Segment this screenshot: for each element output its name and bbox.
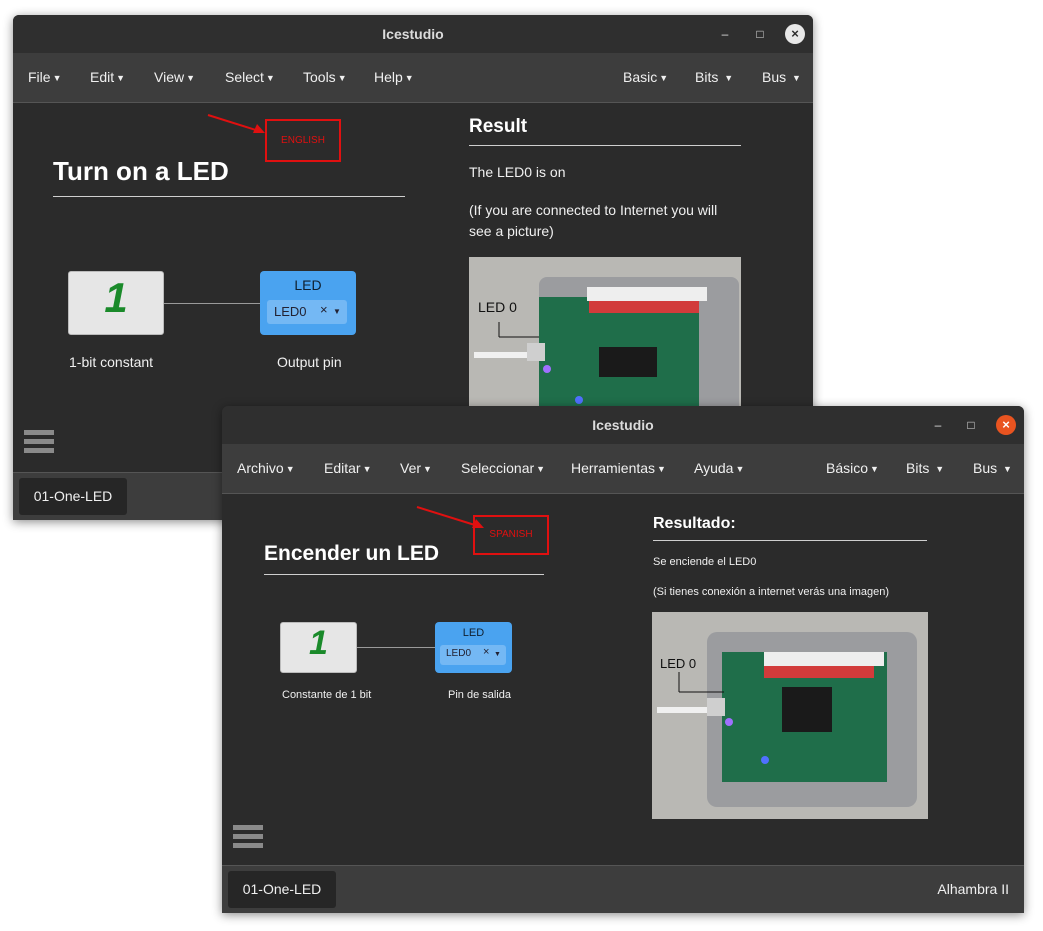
- result-note: (Si tienes conexión a internet verás una…: [653, 586, 890, 598]
- caret-down-icon: ▼: [337, 73, 347, 83]
- spanish-window: Icestudio – □ × Archivo ▼ Editar ▼ Ver ▼ Se…: [222, 406, 1024, 913]
- maximize-icon[interactable]: □: [750, 24, 770, 44]
- menu-file[interactable]: File ▼: [28, 69, 61, 85]
- window-title: Icestudio: [592, 417, 654, 433]
- heading-underline: [264, 574, 544, 575]
- caret-down-icon: ▼: [116, 73, 126, 83]
- constant-label: Constante de 1 bit: [282, 689, 372, 701]
- menu-tools[interactable]: Tools ▼: [303, 69, 347, 85]
- caret-down-icon: ▼: [659, 73, 669, 83]
- output-label: Output pin: [277, 354, 342, 370]
- hamburger-menu-icon[interactable]: [24, 430, 54, 457]
- caret-down-icon: ▼: [52, 73, 62, 83]
- constant-value: 1: [309, 624, 328, 662]
- led-pin-value: LED0: [446, 648, 472, 659]
- result-heading: Result: [469, 116, 528, 137]
- menu-bits[interactable]: Bits ▼: [906, 460, 944, 476]
- maximize-icon[interactable]: □: [961, 415, 981, 435]
- led-output-block[interactable]: LED LED0 × ▼: [260, 271, 356, 335]
- output-label: Pin de salida: [448, 689, 511, 701]
- clear-x-icon[interactable]: ×: [483, 646, 489, 658]
- alhambra-board-image: [474, 277, 739, 417]
- caret-down-icon[interactable]: ▼: [333, 307, 341, 316]
- caret-down-icon: ▼: [423, 464, 432, 474]
- result-underline: [653, 540, 927, 541]
- minimize-icon[interactable]: –: [715, 24, 735, 44]
- menu-edit[interactable]: Edit ▼: [90, 69, 125, 85]
- menu-view[interactable]: View ▼: [154, 69, 195, 85]
- title-bar[interactable]: Icestudio – □ ×: [13, 15, 813, 53]
- menu-ver[interactable]: Ver ▼: [400, 460, 432, 476]
- board-name[interactable]: Alhambra II: [937, 881, 1009, 897]
- led-output-block[interactable]: LED LED0 × ▼: [435, 622, 512, 673]
- caret-down-icon[interactable]: ▼: [494, 651, 501, 658]
- wire: [357, 647, 435, 648]
- board-photo: LED 0: [469, 257, 741, 417]
- heading-underline: [53, 196, 405, 197]
- tab-01-one-led[interactable]: 01-One-LED: [228, 871, 336, 908]
- window-title: Icestudio: [382, 26, 444, 42]
- alhambra-board-image: [657, 632, 917, 807]
- led-block-title: LED: [294, 277, 322, 293]
- wire: [164, 303, 260, 304]
- menu-basico[interactable]: Básico ▼: [826, 460, 879, 476]
- page-heading: Encender un LED: [264, 542, 440, 565]
- led-block-title: LED: [462, 627, 485, 639]
- menu-bar: File ▼ Edit ▼ View ▼ Select ▼ Tools ▼ Help ▼ B…: [13, 53, 813, 103]
- led-pin-select[interactable]: LED0 × ▼: [267, 300, 347, 324]
- footer-bar: 01-One-LED Alhambra II: [222, 865, 1024, 913]
- caret-down-icon: ▼: [657, 464, 666, 474]
- menu-archivo[interactable]: Archivo ▼: [237, 460, 295, 476]
- design-canvas[interactable]: SPANISH Encender un LED 1 LED LED0 × ▼ C…: [222, 495, 1024, 865]
- result-text: Se enciende el LED0: [653, 556, 757, 568]
- menu-seleccionar[interactable]: Seleccionar ▼: [461, 460, 545, 476]
- menu-bus[interactable]: Bus ▼: [762, 69, 801, 85]
- board-photo: LED 0: [652, 612, 928, 819]
- menu-basic[interactable]: Basic ▼: [623, 69, 668, 85]
- constant-label: 1-bit constant: [69, 354, 154, 370]
- constant-value: 1: [104, 274, 128, 321]
- caret-down-icon: ▼: [285, 464, 295, 474]
- menu-ayuda[interactable]: Ayuda ▼: [694, 460, 744, 476]
- caret-down-icon: ▼: [735, 464, 745, 474]
- language-label: SPANISH: [473, 515, 549, 555]
- caret-down-icon: ▼: [362, 464, 372, 474]
- menu-bar: Archivo ▼ Editar ▼ Ver ▼ Seleccionar ▼ Herra…: [222, 444, 1024, 494]
- menu-editar[interactable]: Editar ▼: [324, 460, 372, 476]
- language-label: ENGLISH: [265, 119, 341, 162]
- menu-bits[interactable]: Bits ▼: [695, 69, 733, 85]
- close-icon[interactable]: ×: [996, 415, 1016, 435]
- caret-down-icon: ▼: [792, 73, 801, 83]
- caret-down-icon: ▼: [870, 464, 879, 474]
- photo-led-label: LED 0: [478, 299, 517, 315]
- led-pin-select[interactable]: LED0 × ▼: [440, 645, 506, 665]
- menu-select[interactable]: Select ▼: [225, 69, 275, 85]
- title-bar[interactable]: Icestudio – □ ×: [222, 406, 1024, 444]
- caret-down-icon: ▼: [265, 73, 275, 83]
- close-icon[interactable]: ×: [785, 24, 805, 44]
- caret-down-icon: ▼: [404, 73, 414, 83]
- caret-down-icon: ▼: [536, 464, 546, 474]
- constant-block[interactable]: 1: [280, 622, 357, 673]
- caret-down-icon: ▼: [724, 73, 734, 83]
- result-text: The LED0 is on: [469, 164, 566, 180]
- led-pin-value: LED0: [274, 304, 307, 319]
- constant-block[interactable]: 1: [68, 271, 164, 335]
- clear-x-icon[interactable]: ×: [320, 302, 328, 317]
- minimize-icon[interactable]: –: [928, 415, 948, 435]
- result-note: (If you are connected to Internet you wi…: [469, 202, 718, 239]
- tab-01-one-led[interactable]: 01-One-LED: [19, 478, 127, 515]
- menu-bus[interactable]: Bus ▼: [973, 460, 1012, 476]
- caret-down-icon: ▼: [1003, 464, 1012, 474]
- red-arrow-icon: [207, 114, 265, 133]
- result-underline: [469, 145, 741, 146]
- menu-herramientas[interactable]: Herramientas ▼: [571, 460, 666, 476]
- photo-led-label: LED 0: [660, 656, 697, 671]
- page-heading: Turn on a LED: [53, 156, 229, 186]
- result-heading: Resultado:: [653, 515, 736, 532]
- hamburger-menu-icon[interactable]: [233, 825, 263, 852]
- caret-down-icon: ▼: [186, 73, 196, 83]
- caret-down-icon: ▼: [935, 464, 945, 474]
- menu-help[interactable]: Help ▼: [374, 69, 414, 85]
